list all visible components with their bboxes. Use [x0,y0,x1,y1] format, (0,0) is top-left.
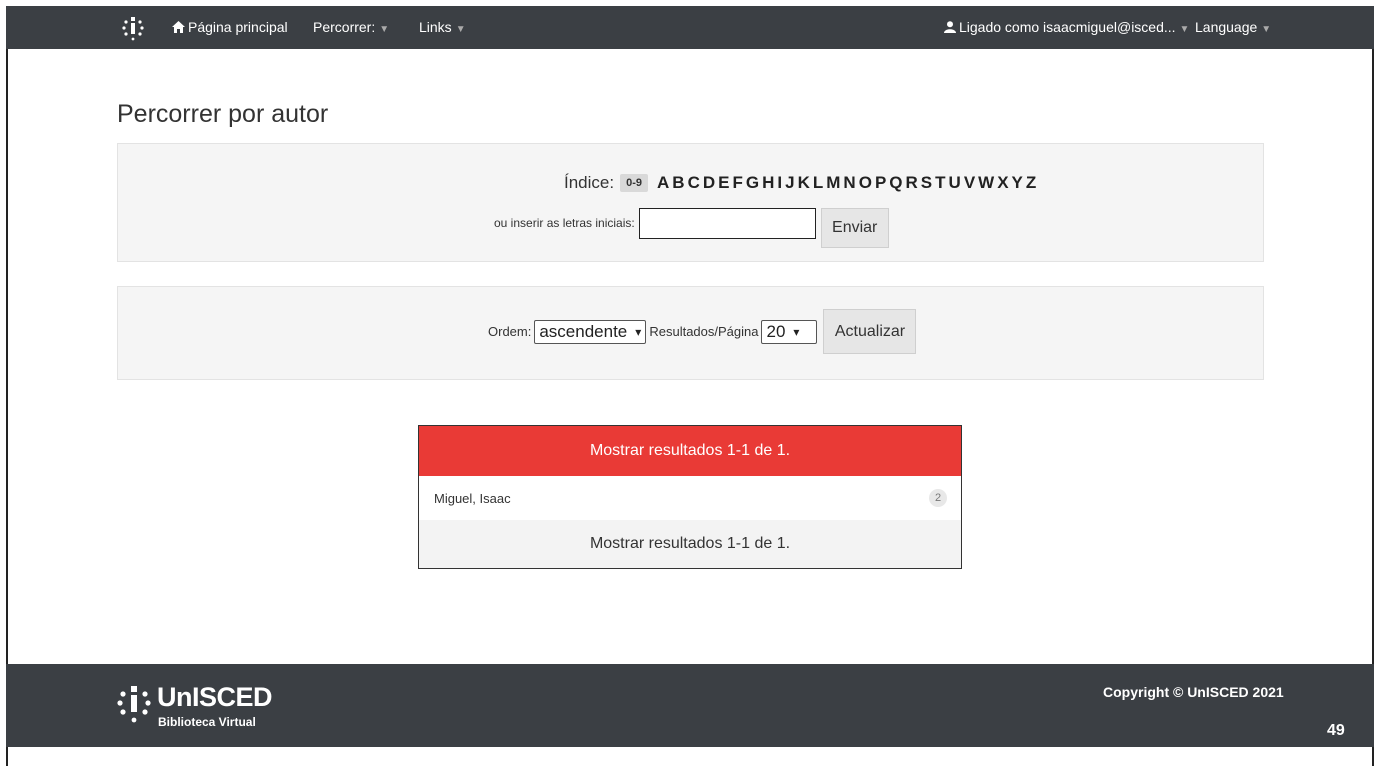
letter-link-c[interactable]: C [688,173,700,192]
letter-link-l[interactable]: L [813,173,823,192]
letter-link-p[interactable]: P [875,173,886,192]
letter-link-d[interactable]: D [703,173,715,192]
letter-link-v[interactable]: V [964,173,975,192]
nav-home-label: Página principal [188,19,288,35]
rpp-select-value: 20 [766,321,786,341]
results-panel: Mostrar resultados 1-1 de 1. Miguel, Isa… [418,425,962,569]
caret-down-icon: ▼ [1179,24,1190,35]
prefix-search: ou inserir as letras iniciais: Enviar [494,198,889,248]
caret-down-icon: ▼ [1261,24,1272,35]
order-label: Ordem: [488,324,532,339]
top-navbar: Página principal Percorrer: ▼ Links ▼ Liga… [6,6,1374,49]
letter-link-t[interactable]: T [935,173,945,192]
letter-link-x[interactable]: X [997,173,1008,192]
page-footer: UnISCED Biblioteca Virtual Copyright © U… [6,664,1374,747]
letter-links: ABCDEFGHIJKLMNOPQRSTUVWXYZ [657,173,1039,193]
letter-link-g[interactable]: G [746,173,759,192]
rpp-select[interactable]: 20 ▾ [761,319,818,344]
sort-controls: Ordem: ascendente ▾ Resultados/Página 20… [485,309,917,354]
submit-button[interactable]: Enviar [820,208,889,248]
letter-link-k[interactable]: K [798,173,810,192]
page-title: Percorrer por autor [117,100,329,128]
caret-down-icon: ▼ [379,24,390,35]
letter-link-b[interactable]: B [672,173,684,192]
index-letters: Índice: 0-9 ABCDEFGHIJKLMNOPQRSTUVWXYZ [564,171,1039,195]
nav-user-dropdown[interactable]: Ligado como isaacmiguel@isced... ▼ [944,6,1189,49]
nav-links-dropdown[interactable]: Links ▼ [419,6,466,49]
chevron-down-icon: ▾ [635,324,642,339]
letter-link-o[interactable]: O [859,173,872,192]
slide-number: 49 [1327,722,1345,739]
list-item[interactable]: Miguel, Isaac 2 [419,476,961,520]
results-header: Mostrar resultados 1-1 de 1. [419,426,961,476]
results-footer: Mostrar resultados 1-1 de 1. [419,520,961,568]
letter-link-z[interactable]: Z [1026,173,1036,192]
nav-links-label: Links [419,19,452,35]
index-label: Índice: [564,173,615,192]
letter-link-i[interactable]: I [777,173,782,192]
browse-index-panel: Índice: 0-9 ABCDEFGHIJKLMNOPQRSTUVWXYZ o… [117,143,1264,262]
footer-brand-subtitle: Biblioteca Virtual [158,715,256,729]
browse-controls-panel: Ordem: ascendente ▾ Resultados/Página 20… [117,286,1264,380]
letter-link-r[interactable]: R [906,173,918,192]
update-button[interactable]: Actualizar [823,309,917,354]
nav-home[interactable]: Página principal [172,6,288,49]
letter-link-j[interactable]: J [785,173,794,192]
author-link[interactable]: Miguel, Isaac [434,491,511,506]
index-range-link[interactable]: 0-9 [620,174,648,192]
order-select-value: ascendente [539,321,628,341]
home-icon [172,21,185,33]
letter-link-e[interactable]: E [718,173,729,192]
nav-language-label: Language [1195,19,1258,35]
letter-link-a[interactable]: A [657,173,669,192]
nav-browse-dropdown[interactable]: Percorrer: ▼ [313,6,389,49]
isced-logo-icon[interactable] [119,14,147,42]
letter-link-s[interactable]: S [921,173,932,192]
prefix-label: ou inserir as letras iniciais: [494,216,635,230]
letter-link-u[interactable]: U [949,173,961,192]
footer-brand: UnISCED [157,682,273,712]
letter-link-n[interactable]: N [843,173,855,192]
nav-user-label: Ligado como isaacmiguel@isced... [959,19,1176,35]
letter-link-h[interactable]: H [762,173,774,192]
letter-link-f[interactable]: F [732,173,742,192]
letter-link-y[interactable]: Y [1012,173,1023,192]
chevron-down-icon: ▾ [793,324,800,339]
nav-language-dropdown[interactable]: Language ▼ [1195,6,1271,49]
user-icon [944,21,956,33]
count-badge: 2 [929,489,947,507]
letter-link-q[interactable]: Q [889,173,902,192]
nav-browse-label: Percorrer: [313,19,376,35]
letter-link-m[interactable]: M [826,173,840,192]
rpp-label: Resultados/Página [649,324,759,339]
letter-link-w[interactable]: W [978,173,994,192]
copyright-text: Copyright © UnISCED 2021 [1103,684,1284,700]
order-select[interactable]: ascendente ▾ [534,319,647,344]
caret-down-icon: ▼ [455,24,466,35]
unisced-logo-icon [117,686,151,723]
prefix-input[interactable] [638,207,816,239]
